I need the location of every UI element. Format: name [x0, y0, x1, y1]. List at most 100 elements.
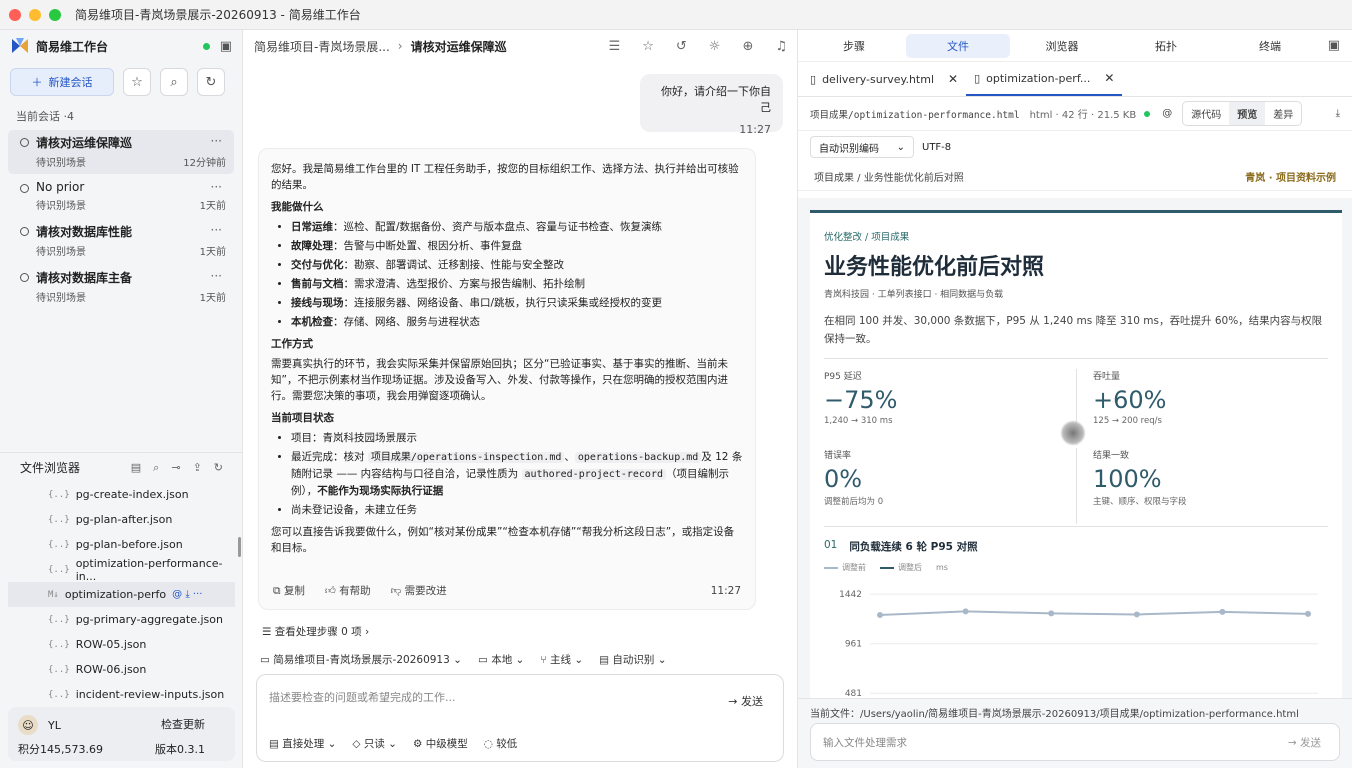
html-file-icon: ▯	[810, 72, 817, 86]
kpi-label: P95 延迟	[824, 372, 862, 382]
mode-selector[interactable]: ▤ 直接处理 ⌄	[269, 736, 336, 751]
file-item[interactable]: {..} incident-review-inputs.json	[0, 682, 243, 707]
improve-button[interactable]: 👎︎ 需要改进	[391, 583, 447, 599]
file-item[interactable]: {..} pg-plan-before.json	[0, 532, 243, 557]
collapse-icon[interactable]: ⊸	[171, 461, 180, 475]
file-browser-header: 文件浏览器 ▤ ⌕ ⊸ ⇪ ↻	[0, 452, 243, 482]
upload-icon[interactable]: ⇪	[193, 461, 202, 475]
points-value: 积分145,573.69	[18, 743, 103, 756]
refresh-button[interactable]: ↻	[197, 68, 225, 96]
item-value: ：存储、网络、服务与进程状态	[333, 316, 480, 328]
sidebar-toggle-icon[interactable]: ▣	[220, 39, 232, 54]
close-icon[interactable]: ✕	[948, 72, 958, 86]
encoding-select[interactable]: 自动识别编码 ⌄	[810, 136, 914, 158]
file-tab[interactable]: ▯ delivery-survey.html ✕	[802, 62, 966, 96]
level-selector[interactable]: ◌ 较低	[484, 736, 518, 751]
file-tab[interactable]: ▯ optimization-perf... ✕	[966, 62, 1123, 96]
refresh-icon[interactable]: ↻	[214, 461, 223, 475]
session-item[interactable]: 请核对数据库性能 ··· 待识别场景 1天前	[8, 219, 234, 263]
file-item[interactable]: {..} optimization-performance-in...	[0, 557, 243, 583]
tab-topology[interactable]: 拓扑	[1114, 34, 1218, 58]
send-button[interactable]: → 发送	[728, 693, 763, 709]
kpi-card: 吞吐量 +60% 125 → 200 req/s	[1076, 369, 1328, 445]
search-button[interactable]: ⌕	[160, 68, 188, 96]
page-title: 请核对运维保障巡	[410, 39, 507, 54]
minimize-window-button[interactable]	[29, 8, 41, 21]
status-dot	[202, 42, 210, 50]
view-source-button[interactable]: 源代码	[1183, 102, 1229, 125]
theme-icon[interactable]: ☼	[709, 39, 721, 54]
kpi-value: −75%	[824, 386, 898, 414]
context-bar: ▭ 简易维项目-青岚场景展示-20260913 ⌄ ▭ 本地 ⌄ ⑂ 主线 ⌄ …	[260, 652, 667, 667]
location-selector[interactable]: ▭ 本地 ⌄	[478, 652, 524, 667]
branch-selector[interactable]: ⑂ 主线 ⌄	[540, 652, 583, 667]
speaker-icon[interactable]: ♫	[775, 39, 787, 54]
series-line	[879, 610, 1309, 616]
file-item[interactable]: {..} ROW-06.json	[0, 657, 243, 682]
view-diff-button[interactable]: 差异	[1265, 102, 1301, 125]
mention-icon[interactable]: @ ⤓ ···	[172, 589, 202, 600]
file-item[interactable]: {..} pg-create-index.json	[0, 482, 243, 507]
globe-icon[interactable]: ⊕	[742, 39, 753, 54]
view-steps-button[interactable]: ☰ 查看处理步骤 0 项 ›	[262, 624, 369, 639]
copy-button[interactable]: ⧉ 复制	[273, 583, 305, 599]
file-item[interactable]: M↓ optimization-perfo @ ⤓ ···	[8, 582, 235, 607]
send-button[interactable]: → 发送	[1288, 735, 1321, 750]
more-icon[interactable]: ···	[211, 223, 222, 237]
permission-selector[interactable]: ◇ 只读 ⌄	[352, 736, 397, 751]
search-icon[interactable]: ⌕	[153, 461, 159, 475]
folder-icon[interactable]: ▤	[131, 461, 141, 475]
status-text: 最近完成：核对	[291, 451, 368, 463]
file-name: ROW-06.json	[75, 663, 147, 676]
tab-browser[interactable]: 浏览器	[1010, 34, 1114, 58]
branch-label: 主线	[549, 654, 571, 666]
model-selector[interactable]: ⚙ 中级模型	[413, 736, 468, 751]
tab-steps[interactable]: 步骤	[802, 34, 906, 58]
scene-selector[interactable]: ▤ 自动识别 ⌄	[599, 652, 666, 667]
session-item[interactable]: 请核对运维保障巡 ··· 待识别场景 12分钟前	[8, 130, 234, 174]
star-icon: ☆	[131, 74, 143, 90]
doc-crumb: 优化整改 / 项目成果	[824, 232, 910, 243]
tab-terminal[interactable]: 终端	[1218, 34, 1322, 58]
star-icon[interactable]: ☆	[642, 39, 654, 54]
file-request-input[interactable]: 输入文件处理需求	[823, 735, 907, 750]
session-item[interactable]: No prior ··· 待识别场景 1天前	[8, 176, 234, 217]
close-window-button[interactable]	[9, 8, 21, 21]
list-item: 接线与现场：连接服务器、网络设备、串口/跳板，执行只读采集或经授权的变更	[291, 295, 743, 311]
file-name: pg-primary-aggregate.json	[75, 613, 223, 626]
session-status-icon	[20, 227, 29, 236]
file-item[interactable]: {..} ROW-05.json	[0, 632, 243, 657]
mention-icon[interactable]: @	[1162, 108, 1172, 119]
file-item[interactable]: {..} pg-plan-after.json	[0, 507, 243, 532]
check-update-button[interactable]: 检查更新	[161, 716, 205, 732]
user-panel: ☺ YL 检查更新 积分145,573.69 版本0.3.1	[8, 707, 235, 761]
more-icon[interactable]: ···	[211, 134, 222, 148]
view-preview-button[interactable]: 预览	[1229, 102, 1266, 125]
breadcrumb-project[interactable]: 简易维项目-青岚场景展...	[254, 38, 390, 55]
reply-heading: 当前项目状态	[271, 412, 334, 424]
kpi-sub: 1,240 → 310 ms	[824, 416, 893, 426]
list-icon[interactable]: ☰	[609, 39, 621, 54]
file-list-scrollbar[interactable]	[238, 537, 241, 557]
more-icon[interactable]: ···	[211, 180, 222, 194]
favorites-button[interactable]: ☆	[123, 68, 151, 96]
tab-files[interactable]: 文件	[906, 33, 1010, 58]
history-icon[interactable]: ↺	[676, 39, 687, 54]
download-icon[interactable]: ⤓	[1336, 108, 1340, 119]
chat-input-box[interactable]: 描述要检查的问题或希望完成的工作... → 发送 ▤ 直接处理 ⌄ ◇ 只读 ⌄…	[256, 674, 784, 762]
chat-input[interactable]: 描述要检查的问题或希望完成的工作...	[269, 689, 456, 705]
right-panel: 步骤 文件 浏览器 拓扑 终端 ▣ ▯ delivery-survey.html ✕…	[797, 30, 1352, 768]
project-selector[interactable]: ▭ 简易维项目-青岚场景展示-20260913 ⌄	[260, 652, 462, 667]
data-point	[877, 611, 883, 618]
close-icon[interactable]: ✕	[1104, 71, 1114, 85]
panel-toggle-icon[interactable]: ▣	[1328, 38, 1340, 53]
session-item[interactable]: 请核对数据库主备 ··· 待识别场景 1天前	[8, 265, 234, 309]
data-point	[1219, 608, 1226, 615]
helpful-button[interactable]: 👍︎ 有帮助	[325, 583, 371, 599]
new-chat-button[interactable]: ＋ 新建会话	[10, 68, 114, 96]
file-request-input-box[interactable]: 输入文件处理需求 → 发送	[810, 723, 1340, 761]
file-item[interactable]: {..} pg-primary-aggregate.json	[0, 607, 243, 632]
zoom-window-button[interactable]	[49, 8, 61, 21]
more-icon[interactable]: ···	[211, 269, 222, 283]
avatar[interactable]: ☺	[18, 715, 38, 735]
